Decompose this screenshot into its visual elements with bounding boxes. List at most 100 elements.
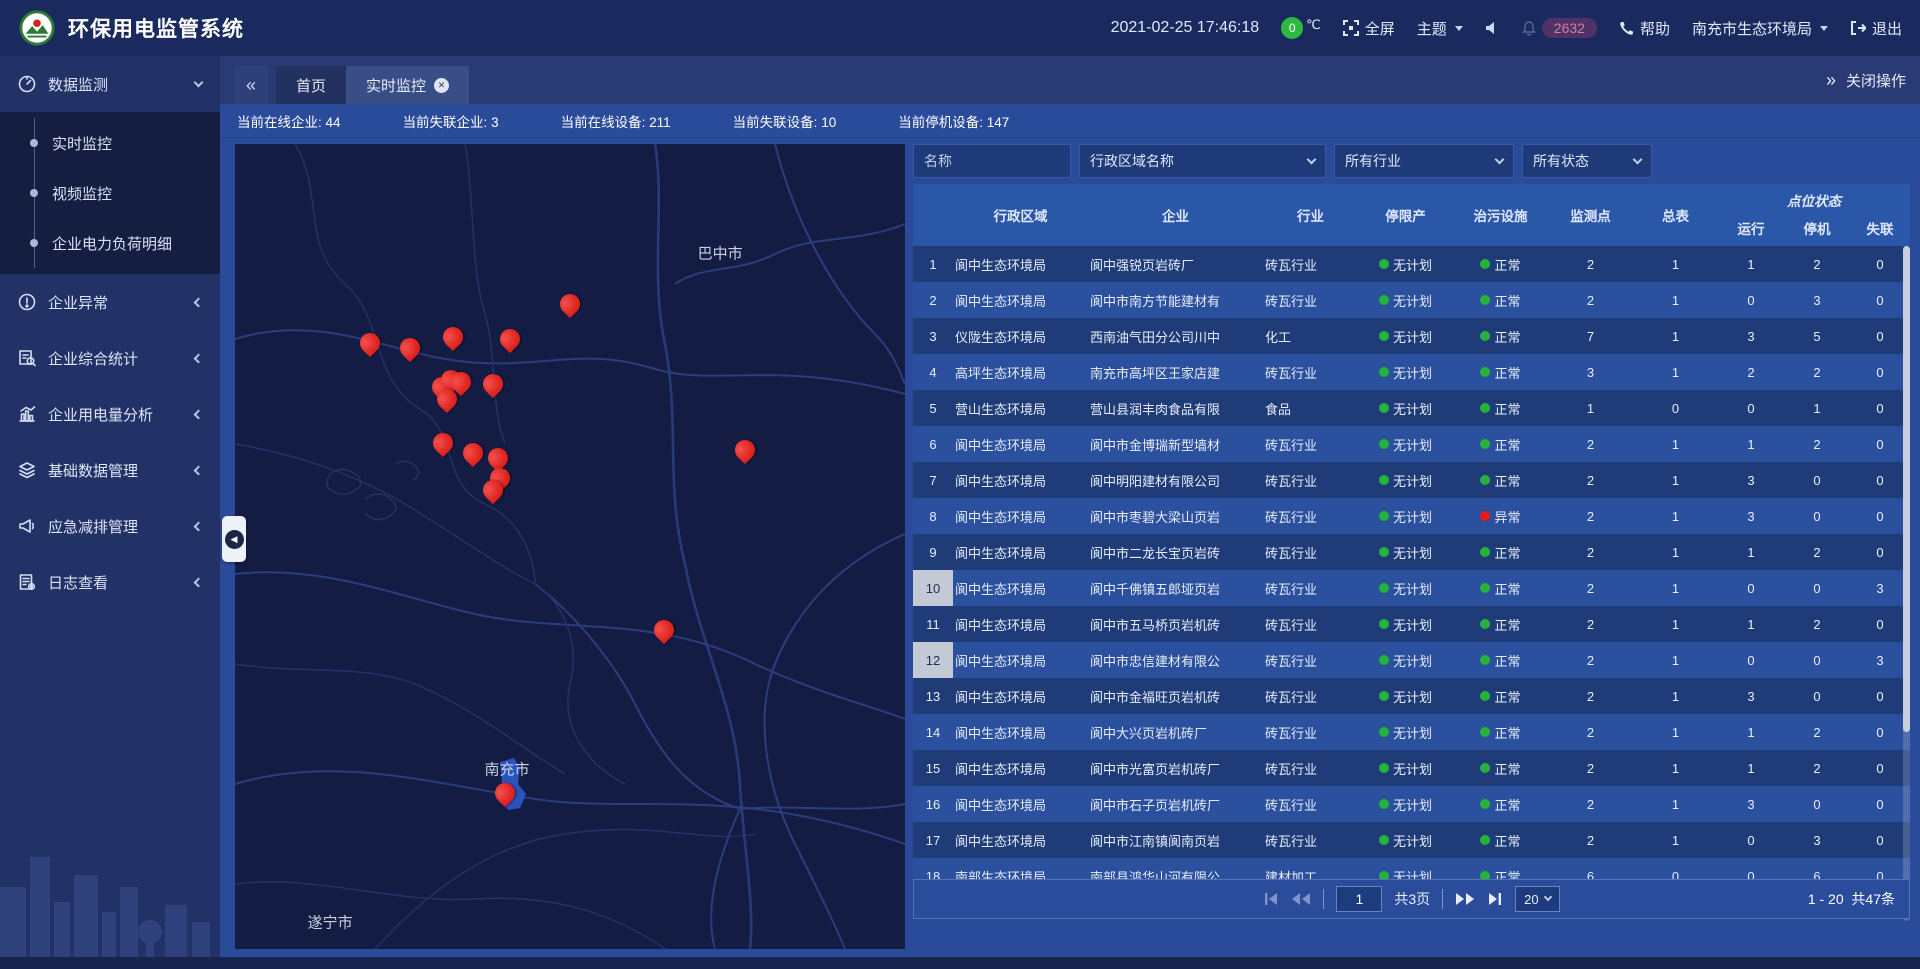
cell-running: 3	[1718, 797, 1784, 812]
cell-stopped: 3	[1784, 293, 1850, 308]
table-scrollbar-thumb[interactable]	[1903, 246, 1910, 732]
table-row[interactable]: 15 阆中生态环境局 阆中市光富页岩机砖厂 砖瓦行业 无计划	[913, 750, 1910, 786]
row-number: 6	[913, 426, 953, 462]
cell-company: 阆中市江南镇阆南页岩	[1088, 831, 1263, 850]
table-row[interactable]: 17 阆中生态环境局 阆中市江南镇阆南页岩 砖瓦行业 无计划	[913, 822, 1910, 858]
sidebar-item-emergency-reduction[interactable]: 应急减排管理	[0, 498, 220, 554]
sidebar-item-power-load-detail[interactable]: 企业电力负荷明细	[0, 218, 220, 268]
cell-industry: 食品	[1263, 399, 1358, 418]
cell-stopped: 0	[1784, 581, 1850, 596]
table-header: 行政区域 企业 行业 停限产 治污设施 监测点 总表 点位状态 运行 停机 失联	[913, 184, 1910, 246]
row-number: 13	[913, 678, 953, 714]
cell-stop-status: 无计划	[1358, 651, 1453, 670]
notification-button[interactable]: 2632	[1522, 18, 1597, 38]
chevron-down-icon	[1455, 26, 1463, 31]
status-dot	[1379, 259, 1389, 269]
cell-treatment-status: 正常	[1453, 759, 1548, 778]
cell-lost: 0	[1850, 401, 1910, 416]
table-row[interactable]: 1 阆中生态环境局 阆中强锐页岩砖厂 砖瓦行业 无计划	[913, 246, 1910, 282]
cell-company: 西南油气田分公司川中	[1088, 327, 1263, 346]
org-user-dropdown[interactable]: 南充市生态环境局	[1692, 18, 1828, 39]
status-dot	[1480, 403, 1490, 413]
status-dot	[1379, 475, 1389, 485]
cell-company: 阆中市枣碧大梁山页岩	[1088, 507, 1263, 526]
cell-running: 3	[1718, 329, 1784, 344]
sidebar-item-data-monitoring[interactable]: 数据监测	[0, 56, 220, 112]
gauge-icon	[18, 75, 36, 93]
fullscreen-button[interactable]: 全屏	[1343, 18, 1395, 39]
next-page-button[interactable]	[1455, 892, 1475, 906]
table-row[interactable]: 2 阆中生态环境局 阆中市南方节能建材有 砖瓦行业 无计划	[913, 282, 1910, 318]
sidebar-item-enterprise-anomaly[interactable]: 企业异常	[0, 274, 220, 330]
last-page-button[interactable]	[1487, 892, 1503, 906]
table-row[interactable]: 8 阆中生态环境局 阆中市枣碧大梁山页岩 砖瓦行业 无计划	[913, 498, 1910, 534]
status-select[interactable]: 所有状态	[1522, 144, 1652, 178]
cell-treatment-status: 正常	[1453, 291, 1548, 310]
table-row[interactable]: 14 阆中生态环境局 阆中大兴页岩机砖厂 砖瓦行业 无计划	[913, 714, 1910, 750]
table-row[interactable]: 16 阆中生态环境局 阆中市石子页岩机砖厂 砖瓦行业 无计划	[913, 786, 1910, 822]
theme-dropdown[interactable]: 主题	[1417, 18, 1463, 39]
region-select[interactable]: 行政区域名称	[1079, 144, 1326, 178]
help-button[interactable]: 帮助	[1619, 18, 1670, 39]
cell-stopped: 2	[1784, 761, 1850, 776]
sidebar-collapse-handle[interactable]: ◀	[222, 516, 246, 562]
cell-region: 阆中生态环境局	[953, 795, 1088, 814]
map-city-label: 南充市	[485, 759, 530, 780]
row-number: 2	[913, 282, 953, 318]
sidebar-item-video-monitoring[interactable]: 视频监控	[0, 168, 220, 218]
table-row[interactable]: 9 阆中生态环境局 阆中市二龙长宝页岩砖 砖瓦行业 无计划	[913, 534, 1910, 570]
chevron-left-icon	[194, 577, 204, 587]
sidebar-item-log-view[interactable]: 日志查看	[0, 554, 220, 610]
table-row[interactable]: 11 阆中生态环境局 阆中市五马桥页岩机砖 砖瓦行业 无计划	[913, 606, 1910, 642]
table-row[interactable]: 5 营山生态环境局 营山县润丰肉食品有限 食品 无计划	[913, 390, 1910, 426]
table-row[interactable]: 3 仪陇生态环境局 西南油气田分公司川中 化工 无计划	[913, 318, 1910, 354]
industry-select[interactable]: 所有行业	[1334, 144, 1514, 178]
tab-close-icon[interactable]: ✕	[434, 78, 449, 93]
table-row[interactable]: 4 高坪生态环境局 南充市高坪区王家店建 砖瓦行业 无计划	[913, 354, 1910, 390]
sidebar-item-realtime-monitoring[interactable]: 实时监控	[0, 118, 220, 168]
tabs-scroll-right-button[interactable]: »	[1826, 70, 1836, 91]
sidebar-item-enterprise-statistics[interactable]: 企业综合统计	[0, 330, 220, 386]
table-row[interactable]: 12 阆中生态环境局 阆中市忠信建材有限公 砖瓦行业 无计划	[913, 642, 1910, 678]
sidebar-item-base-data[interactable]: 基础数据管理	[0, 442, 220, 498]
cell-stopped: 2	[1784, 257, 1850, 272]
status-dot	[1379, 547, 1389, 557]
close-operations-button[interactable]: 关闭操作	[1846, 70, 1906, 91]
cell-company: 阆中市二龙长宝页岩砖	[1088, 543, 1263, 562]
table-row[interactable]: 13 阆中生态环境局 阆中市金福旺页岩机砖 砖瓦行业 无计划	[913, 678, 1910, 714]
announcement-button[interactable]	[1485, 21, 1500, 35]
row-number: 12	[913, 642, 953, 678]
cell-total-meters: 1	[1633, 833, 1718, 848]
name-search-input[interactable]	[913, 144, 1071, 178]
page-number-input[interactable]	[1336, 886, 1382, 912]
cell-region: 阆中生态环境局	[953, 543, 1088, 562]
table-row[interactable]: 7 阆中生态环境局 阆中明阳建材有限公司 砖瓦行业 无计划	[913, 462, 1910, 498]
column-stopped: 停机	[1784, 218, 1850, 238]
prev-page-button[interactable]	[1291, 892, 1311, 906]
cell-lost: 0	[1850, 761, 1910, 776]
tab-home[interactable]: 首页	[276, 66, 346, 104]
cell-industry: 砖瓦行业	[1263, 687, 1358, 706]
cell-running: 1	[1718, 761, 1784, 776]
row-number: 15	[913, 750, 953, 786]
row-number: 3	[913, 318, 953, 354]
page-size-select[interactable]: 20	[1515, 886, 1559, 912]
cell-stopped: 0	[1784, 689, 1850, 704]
table-row[interactable]: 10 阆中生态环境局 阆中千佛镇五郎垭页岩 砖瓦行业 无计划	[913, 570, 1910, 606]
logout-button[interactable]: 退出	[1850, 18, 1902, 39]
cell-total-meters: 1	[1633, 509, 1718, 524]
cell-treatment-status: 正常	[1453, 831, 1548, 850]
cell-company: 阆中市忠信建材有限公	[1088, 651, 1263, 670]
cell-region: 阆中生态环境局	[953, 579, 1088, 598]
cell-region: 阆中生态环境局	[953, 759, 1088, 778]
table-row[interactable]: 6 阆中生态环境局 阆中市金博瑞新型墙材 砖瓦行业 无计划	[913, 426, 1910, 462]
cell-industry: 砖瓦行业	[1263, 831, 1358, 850]
sidebar-item-power-analysis[interactable]: 企业用电量分析	[0, 386, 220, 442]
tabs-scroll-left-button[interactable]: «	[234, 66, 268, 104]
map-canvas[interactable]: 巴中市 南充市 遂宁市	[235, 144, 905, 949]
tab-realtime-monitoring[interactable]: 实时监控 ✕	[346, 66, 469, 104]
first-page-button[interactable]	[1263, 892, 1279, 906]
status-dot	[1480, 619, 1490, 629]
map-city-label: 巴中市	[698, 242, 743, 263]
status-dot	[1480, 655, 1490, 665]
